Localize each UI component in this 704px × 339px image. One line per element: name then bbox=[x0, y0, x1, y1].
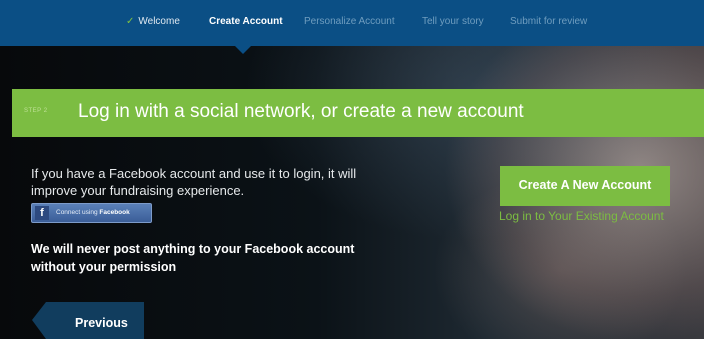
step-number: STEP 2 bbox=[24, 108, 48, 114]
previous-label: Previous bbox=[75, 316, 128, 330]
active-step-pointer bbox=[235, 46, 251, 54]
privacy-note: We will never post anything to your Face… bbox=[31, 242, 355, 274]
nav-step-label: Tell your story bbox=[422, 16, 484, 27]
facebook-icon: f bbox=[35, 206, 49, 220]
connect-facebook-button[interactable]: f Connect using Facebook bbox=[31, 203, 152, 223]
nav-step-tell-your-story[interactable]: Tell your story bbox=[422, 16, 484, 27]
progress-nav: ✓ Welcome Create Account Personalize Acco… bbox=[0, 0, 704, 46]
facebook-intro-text: If you have a Facebook account and use i… bbox=[31, 166, 357, 198]
nav-step-label: Submit for review bbox=[510, 16, 588, 27]
nav-step-label: Create Account bbox=[209, 16, 283, 27]
nav-step-welcome[interactable]: ✓ Welcome bbox=[126, 16, 180, 27]
create-account-button[interactable]: Create A New Account bbox=[500, 166, 670, 206]
connect-facebook-label: Connect using Facebook bbox=[56, 209, 130, 216]
login-existing-link[interactable]: Log in to Your Existing Account bbox=[499, 209, 664, 223]
nav-step-submit-for-review[interactable]: Submit for review bbox=[510, 16, 587, 27]
create-account-label: Create A New Account bbox=[518, 178, 652, 192]
nav-step-label: Personalize Account bbox=[304, 16, 395, 27]
previous-button[interactable]: Previous bbox=[46, 302, 144, 339]
check-icon: ✓ bbox=[126, 16, 135, 27]
nav-step-create-account[interactable]: Create Account bbox=[209, 16, 283, 27]
nav-step-personalize-account[interactable]: Personalize Account bbox=[304, 16, 395, 27]
previous-arrow-icon[interactable] bbox=[32, 302, 46, 339]
nav-step-label: Welcome bbox=[138, 16, 180, 27]
step-title: Log in with a social network, or create … bbox=[78, 101, 524, 122]
step-header-bar: STEP 2 Log in with a social network, or … bbox=[12, 89, 704, 137]
